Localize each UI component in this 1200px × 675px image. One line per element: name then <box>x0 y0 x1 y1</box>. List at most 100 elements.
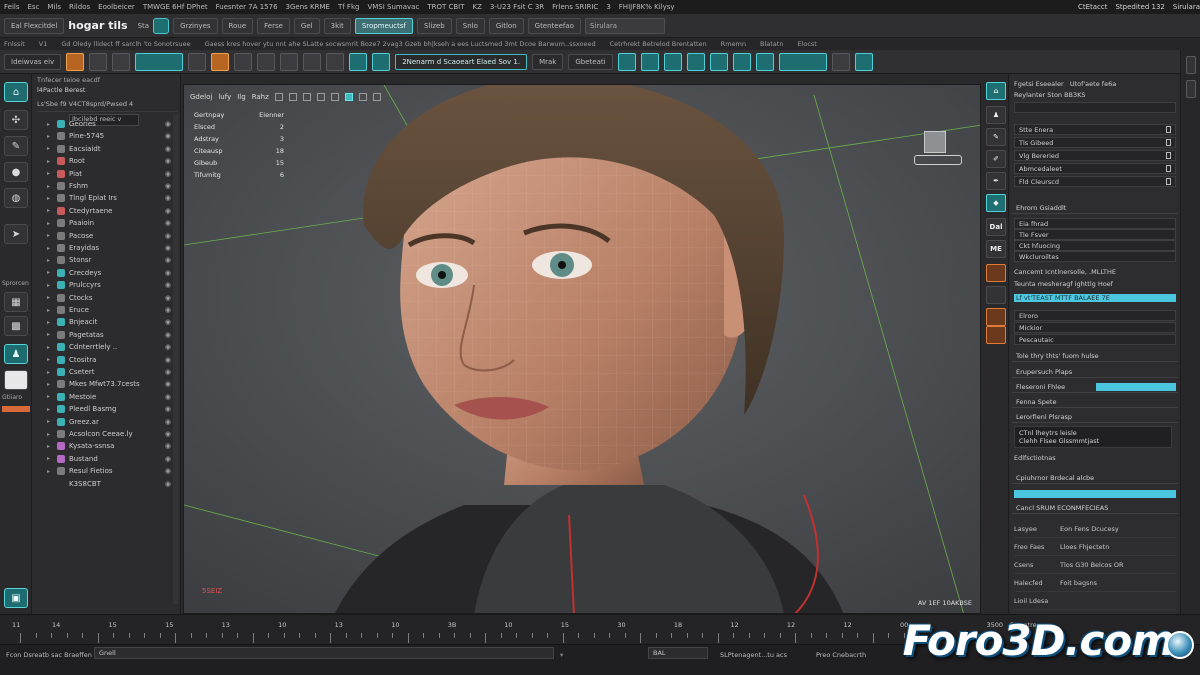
paint-tool-icon[interactable] <box>326 52 345 71</box>
expand-arrow-icon[interactable]: ▸ <box>47 133 53 140</box>
workspace-tab[interactable]: Snlo <box>455 17 485 34</box>
outliner-item[interactable]: ▸ Bnjeacit ◉ <box>47 316 171 328</box>
view-selector[interactable]: Ideiwvas eiv <box>4 53 62 70</box>
texture-icon[interactable]: ▩ <box>4 316 28 336</box>
expand-arrow-icon[interactable]: ▸ <box>47 393 53 400</box>
outliner-item[interactable]: ▸ Tlngl Epiat Irs ◉ <box>47 192 171 204</box>
mode-icon[interactable] <box>153 17 170 34</box>
outliner-item[interactable]: ▸ Eacsiaidt ◉ <box>47 143 171 155</box>
globe-icon[interactable]: ◍ <box>4 188 28 208</box>
brush-tool-icon[interactable] <box>188 52 207 71</box>
visibility-icon[interactable]: ◉ <box>165 132 171 140</box>
expand-arrow-icon[interactable]: ▸ <box>47 183 53 190</box>
teal-tool-5-icon[interactable] <box>709 52 728 71</box>
menu-item[interactable]: Rildos <box>69 3 90 11</box>
props-field[interactable]: Vlg Bereried <box>1014 150 1176 161</box>
menu-right-item[interactable]: Sirulara <box>1173 3 1200 11</box>
panel-orange-icon-3[interactable] <box>986 326 1006 344</box>
visibility-icon[interactable]: ◉ <box>165 281 171 289</box>
menu-item[interactable]: 3Gens KRME <box>286 3 330 11</box>
subtool-dropdown[interactable]: Gbeteati <box>568 53 613 70</box>
status-chevron-icon[interactable]: ▾ <box>560 651 563 659</box>
expand-arrow-icon[interactable]: ▸ <box>47 431 53 438</box>
outliner-item[interactable]: ▸ Mkes Mfwt73.7cests ◉ <box>47 378 171 390</box>
navigation-cube[interactable] <box>924 131 946 153</box>
panel-figure-icon[interactable]: ♟ <box>986 106 1006 124</box>
outliner-item[interactable]: K3S8CBT ◉ <box>47 478 171 490</box>
workspace-tab[interactable]: Grzinyes <box>173 17 218 34</box>
expand-arrow-icon[interactable]: ▸ <box>47 282 53 289</box>
brush-preset-dropdown[interactable]: 2Nenarm d Scaoeart Elaed Sov 1. <box>395 53 528 70</box>
expand-arrow-icon[interactable]: ▸ <box>47 220 53 227</box>
outliner-item[interactable]: ▸ Acsolcon Ceeae.ly ◉ <box>47 428 171 440</box>
checkbox-icon[interactable] <box>1166 126 1171 133</box>
outliner-item[interactable]: ▸ Bustand ◉ <box>47 453 171 465</box>
menu-item[interactable]: 3 <box>606 3 610 11</box>
visibility-icon[interactable]: ◉ <box>165 256 171 264</box>
outliner-item[interactable]: ▸ Piat ◉ <box>47 168 171 180</box>
sidebar-knob-1[interactable] <box>1186 56 1196 74</box>
mesh-tool-icon[interactable] <box>234 52 253 71</box>
props-field-5[interactable]: Mickior <box>1014 322 1176 333</box>
expand-arrow-icon[interactable]: ▸ <box>47 443 53 450</box>
solid-icon[interactable] <box>302 93 311 101</box>
visibility-icon[interactable]: ◉ <box>165 145 171 153</box>
expand-arrow-icon[interactable]: ▸ <box>47 294 53 301</box>
props-field-2[interactable]: Wkcluroiltes <box>1014 251 1176 262</box>
outliner-item[interactable]: ▸ Pacose ◉ <box>47 230 171 242</box>
outliner-item[interactable]: ▸ Resul Fietios ◉ <box>47 465 171 477</box>
outliner-item[interactable]: ▸ Pine-5745 ◉ <box>47 130 171 142</box>
visibility-icon[interactable]: ◉ <box>165 194 171 202</box>
outliner-item[interactable]: ▸ Greez.ar ◉ <box>47 416 171 428</box>
workspace-tab[interactable]: Slizeb <box>416 17 452 34</box>
status-field-2[interactable]: BAL <box>648 647 708 659</box>
props-kv-row[interactable]: Lioil Ldesa <box>1014 592 1176 610</box>
visibility-icon[interactable]: ◉ <box>165 368 171 376</box>
visibility-icon[interactable]: ◉ <box>165 380 171 388</box>
outliner-item[interactable]: ▸ Ctositra ◉ <box>47 354 171 366</box>
home-icon[interactable]: ⌂ <box>4 82 28 102</box>
menu-item[interactable]: Frlens SRIRIC <box>552 3 598 11</box>
panel-sculpt-icon[interactable]: ✎ <box>986 128 1006 146</box>
expand-arrow-icon[interactable]: ▸ <box>47 406 53 413</box>
checkbox-icon[interactable] <box>1166 165 1171 172</box>
props-field[interactable]: Tls Gibeed <box>1014 137 1176 148</box>
sculpt-tool-icon[interactable] <box>135 52 184 71</box>
menu-right-item[interactable]: CtEtacct <box>1078 3 1108 11</box>
expand-arrow-icon[interactable]: ▸ <box>47 455 53 462</box>
viewport-menu-1[interactable]: Gdeloj <box>190 93 212 101</box>
visibility-icon[interactable]: ◉ <box>165 480 171 488</box>
expand-arrow-icon[interactable]: ▸ <box>47 319 53 326</box>
menu-item[interactable]: Mils <box>47 3 61 11</box>
dynamesh-icon[interactable] <box>303 52 322 71</box>
outliner-item[interactable]: ▸ Mestoie ◉ <box>47 391 171 403</box>
record-icon[interactable] <box>211 52 230 71</box>
outliner-item[interactable]: ▸ Crecdeys ◉ <box>47 267 171 279</box>
visibility-icon[interactable]: ◉ <box>165 294 171 302</box>
visibility-icon[interactable]: ◉ <box>165 157 171 165</box>
outliner-item[interactable]: ▸ Ctedyrtaene ◉ <box>47 205 171 217</box>
menu-item[interactable]: TROT CBIT <box>427 3 464 11</box>
camera-icon[interactable] <box>372 93 381 101</box>
color-swatch-icon[interactable] <box>4 370 28 390</box>
props-text-13[interactable]: Cancl SRUM ECONMFECIEAS <box>1012 502 1178 514</box>
teal-tool-4-icon[interactable] <box>686 52 705 71</box>
panel-pen-icon[interactable]: ✒ <box>986 172 1006 190</box>
expand-arrow-icon[interactable]: ▸ <box>47 381 53 388</box>
workspace-menu[interactable]: Eal Flexcitdel <box>4 17 65 34</box>
teal-tool-6-icon[interactable] <box>732 52 751 71</box>
menu-item[interactable]: Eoolbeicer <box>98 3 135 11</box>
teal-tool-8-icon[interactable] <box>778 52 827 71</box>
expand-arrow-icon[interactable]: ▸ <box>47 158 53 165</box>
outliner-item[interactable]: ▸ Erayidas ◉ <box>47 242 171 254</box>
shading-icon[interactable] <box>274 93 283 101</box>
menu-item[interactable]: Feils <box>4 3 20 11</box>
props-section-2[interactable]: Ehrorn Gsiaddlt <box>1012 202 1178 214</box>
menu-item[interactable]: Esc <box>28 3 40 11</box>
props-field[interactable]: Fld Cleurscd <box>1014 176 1176 187</box>
visibility-icon[interactable]: ◉ <box>165 120 171 128</box>
visibility-icon[interactable]: ◉ <box>165 170 171 178</box>
expand-arrow-icon[interactable]: ▸ <box>47 232 53 239</box>
outliner-scrollbar[interactable] <box>173 114 179 604</box>
outliner-item[interactable]: ▸ Ctocks ◉ <box>47 292 171 304</box>
